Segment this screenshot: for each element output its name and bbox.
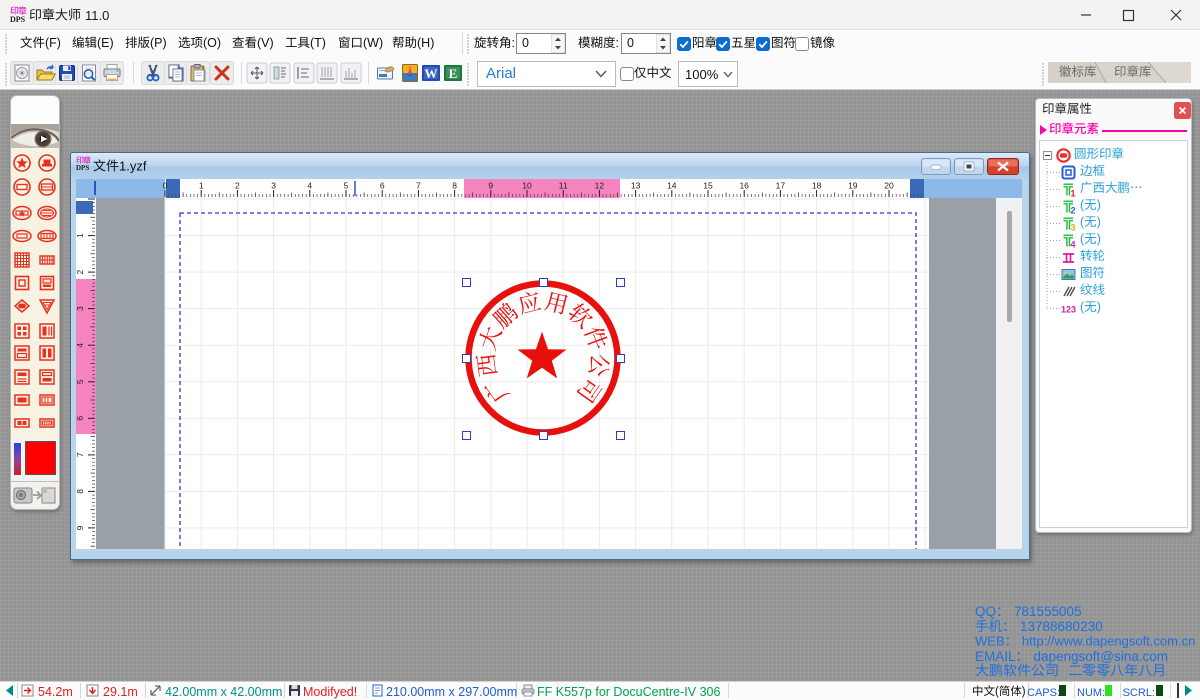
svg-text:18: 18	[812, 181, 822, 191]
svg-text:11: 11	[559, 181, 568, 191]
svg-text:13788680230: 13788680230	[1020, 619, 1103, 634]
svg-text:7: 7	[416, 181, 421, 191]
svg-text:E: E	[449, 66, 458, 81]
svg-text:0: 0	[163, 181, 168, 191]
svg-text:5: 5	[76, 379, 85, 384]
svg-text:): )	[1022, 686, 1026, 698]
svg-text:3: 3	[271, 181, 276, 191]
svg-text:): )	[1097, 215, 1101, 229]
svg-text:16: 16	[739, 181, 749, 191]
svg-text:(: (	[1080, 215, 1085, 229]
svg-text:20: 20	[884, 181, 894, 191]
svg-text:2: 2	[235, 181, 240, 191]
svg-text:4: 4	[307, 181, 312, 191]
svg-text:15: 15	[703, 181, 713, 191]
svg-text:13: 13	[631, 181, 641, 191]
svg-text:(: (	[1080, 198, 1085, 212]
svg-text:4: 4	[1071, 240, 1076, 249]
svg-text:6: 6	[380, 181, 385, 191]
svg-text:EMAIL: EMAIL	[975, 649, 1016, 664]
svg-text:(: (	[1080, 232, 1085, 246]
svg-text:(P): (P)	[150, 36, 167, 50]
svg-text:W: W	[425, 66, 438, 81]
svg-text:(V): (V)	[257, 36, 274, 50]
svg-text:12: 12	[595, 181, 605, 191]
svg-text:(: (	[995, 686, 999, 698]
svg-text::: :	[512, 36, 515, 50]
svg-text:WEB: WEB	[975, 633, 1005, 648]
svg-text:10: 10	[522, 181, 532, 191]
svg-text:4: 4	[76, 343, 85, 348]
svg-text:7: 7	[76, 452, 85, 457]
svg-text:8: 8	[452, 181, 457, 191]
svg-text:(E): (E)	[97, 36, 114, 50]
svg-text:(W): (W)	[363, 36, 383, 50]
svg-text:(O): (O)	[203, 36, 221, 50]
svg-text:19: 19	[848, 181, 858, 191]
svg-text:3: 3	[1071, 223, 1076, 232]
svg-text:1: 1	[199, 181, 204, 191]
svg-text:123: 123	[1061, 305, 1076, 315]
svg-text:(H): (H)	[417, 36, 434, 50]
svg-text:QQ: QQ	[975, 604, 996, 619]
svg-text:dapengsoft@sina.com: dapengsoft@sina.com	[1034, 649, 1169, 664]
svg-text:): )	[1097, 232, 1101, 246]
svg-text:781555005: 781555005	[1014, 604, 1082, 619]
svg-text:9: 9	[76, 525, 85, 530]
svg-text:(F): (F)	[45, 36, 61, 50]
svg-text:(T): (T)	[310, 36, 326, 50]
svg-text:6: 6	[76, 416, 85, 421]
svg-text:1.yzf: 1.yzf	[119, 158, 147, 173]
svg-text:2: 2	[1071, 206, 1076, 215]
svg-text:1: 1	[1071, 189, 1076, 198]
svg-text:9: 9	[488, 181, 493, 191]
svg-text:14: 14	[667, 181, 677, 191]
svg-text:17: 17	[776, 181, 786, 191]
svg-text:): )	[1097, 198, 1101, 212]
svg-text:3: 3	[76, 306, 85, 311]
svg-text:(: (	[1080, 300, 1085, 314]
svg-text:2: 2	[76, 269, 85, 274]
svg-text:8: 8	[76, 489, 85, 494]
svg-text:): )	[1097, 300, 1101, 314]
svg-text:5: 5	[344, 181, 349, 191]
svg-text:1: 1	[76, 233, 85, 238]
svg-text::: :	[616, 36, 619, 50]
svg-text:http://www.dapengsoft.com.cn: http://www.dapengsoft.com.cn	[1022, 633, 1195, 648]
